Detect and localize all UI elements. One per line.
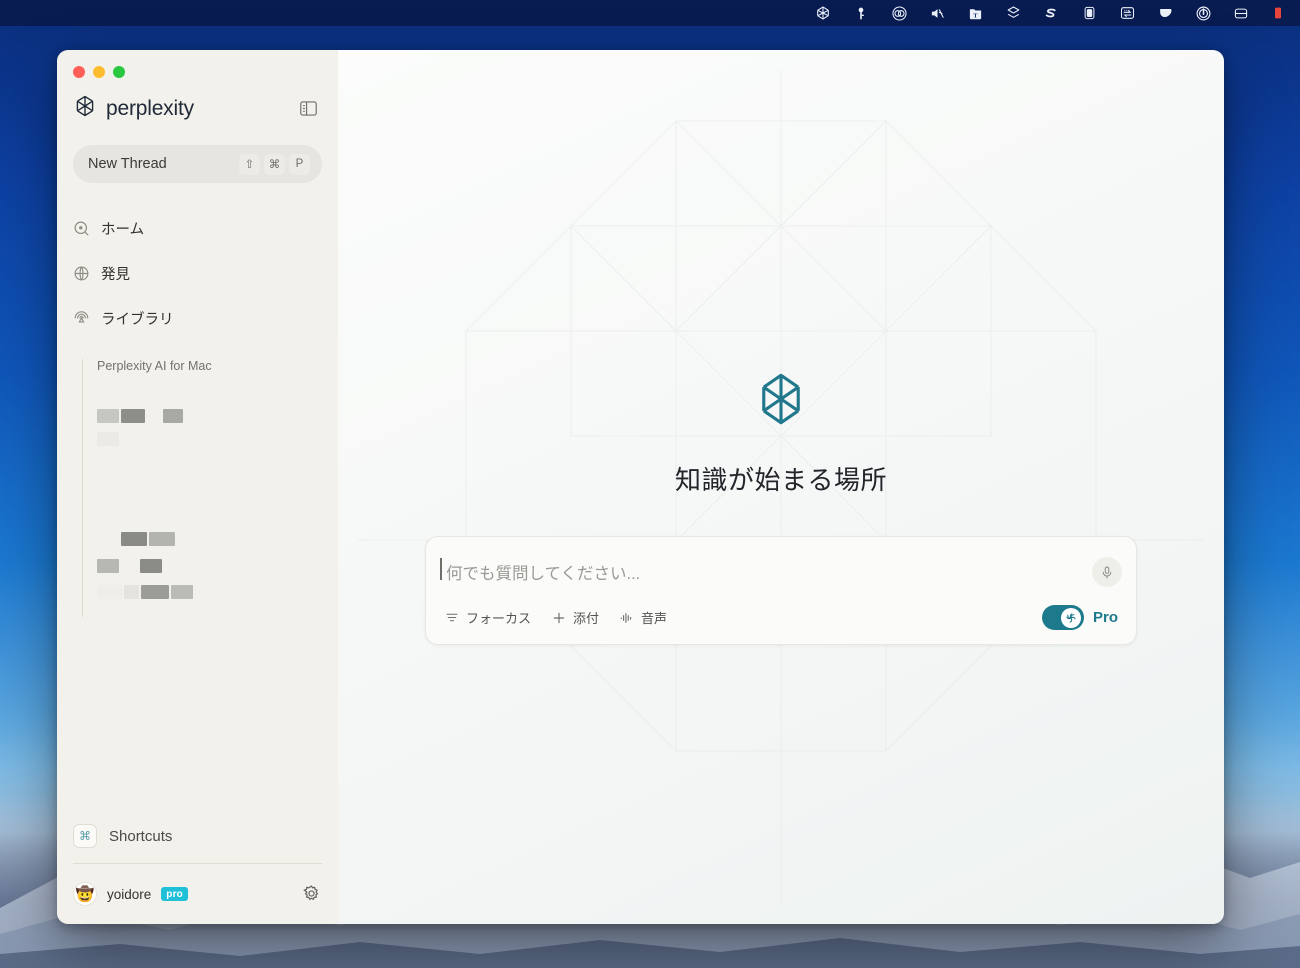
window-traffic-lights: [57, 50, 338, 78]
shortcut-key-command: ⌘: [264, 153, 285, 175]
perplexity-hero-logo-icon: [755, 371, 807, 432]
search-toolbar: フォーカス 添付 音声 Pro: [426, 599, 1136, 644]
layers-icon[interactable]: [994, 0, 1032, 26]
redacted-thread-row[interactable]: [121, 532, 175, 546]
plus-attach-icon: [551, 610, 566, 625]
split-panel-icon[interactable]: [1222, 0, 1260, 26]
sidebar-item-library[interactable]: ライブラリ: [57, 300, 338, 336]
redacted-thread-row[interactable]: [97, 559, 162, 573]
redacted-thread-row[interactable]: [97, 409, 183, 423]
avatar: 🤠: [73, 882, 97, 906]
focus-filter-icon: [444, 610, 459, 625]
redacted-thread-row[interactable]: [97, 585, 193, 599]
new-thread-button[interactable]: New Thread ⇧ ⌘ P: [73, 145, 322, 183]
redacted-block: [121, 409, 145, 423]
hero-block: 知識が始まる場所: [675, 371, 887, 497]
perplexity-menubar-icon[interactable]: [804, 0, 842, 26]
thread-list: Perplexity AI for Mac: [82, 359, 338, 617]
pro-badge: pro: [161, 887, 188, 901]
main-content: 知識が始まる場所 何でも質問してください... フォーカス 添付 音声 Pro: [338, 50, 1224, 924]
creative-cloud-icon[interactable]: [880, 0, 918, 26]
macos-menu-bar: T: [0, 0, 1300, 26]
sidebar-item-discover[interactable]: 発見: [57, 255, 338, 291]
home-target-icon: [73, 220, 90, 237]
command-key-icon: ⌘: [73, 822, 99, 848]
focus-label: フォーカス: [466, 611, 532, 626]
thread-group-title: Perplexity AI for Mac: [97, 359, 212, 373]
search-input-row[interactable]: 何でも質問してください...: [426, 537, 1136, 599]
wedge-icon[interactable]: [1146, 0, 1184, 26]
key-icon[interactable]: [842, 0, 880, 26]
shortcut-key-p: P: [289, 153, 310, 175]
pro-label: Pro: [1092, 609, 1118, 626]
microphone-icon[interactable]: [1092, 557, 1122, 587]
search-input[interactable]: 何でも質問してください...: [440, 558, 1082, 584]
redacted-block: [149, 532, 175, 546]
globe-icon: [73, 265, 90, 282]
brand-logo-group: perplexity: [73, 94, 194, 123]
new-thread-shortcut: ⇧ ⌘ P: [239, 153, 310, 175]
perplexity-logo-icon: [73, 94, 97, 123]
redacted-thread-items[interactable]: [97, 387, 338, 617]
brand-row: perplexity: [57, 78, 338, 123]
redacted-block: [97, 409, 119, 423]
transfer-arrows-icon[interactable]: [1108, 0, 1146, 26]
library-icon: [73, 310, 90, 327]
username-label: yoidore: [107, 886, 152, 902]
speaker-mute-icon[interactable]: [918, 0, 956, 26]
sidebar-item-discover-label: 発見: [101, 266, 130, 283]
redacted-thread-row[interactable]: [97, 432, 119, 446]
s-logo-icon[interactable]: [1032, 0, 1070, 26]
perplexity-app-window: perplexity New Thread ⇧ ⌘ P ホーム 発見 ライブラリ…: [57, 50, 1224, 924]
redacted-block: [121, 559, 138, 573]
redacted-block: [124, 585, 139, 599]
gear-icon[interactable]: [302, 884, 322, 904]
brand-name: perplexity: [106, 96, 194, 120]
text-folder-icon[interactable]: T: [956, 0, 994, 26]
user-profile-row[interactable]: 🤠 yoidore pro: [57, 864, 338, 924]
search-card: 何でも質問してください... フォーカス 添付 音声 Pro: [425, 536, 1137, 645]
sidebar-item-home-label: ホーム: [101, 221, 145, 238]
zoom-button[interactable]: [113, 66, 125, 78]
redacted-block: [171, 585, 193, 599]
power-icon[interactable]: [1184, 0, 1222, 26]
text-caret: [440, 558, 442, 580]
new-thread-label: New Thread: [88, 156, 167, 172]
sidebar: perplexity New Thread ⇧ ⌘ P ホーム 発見 ライブラリ…: [57, 50, 338, 924]
sidebar-item-library-label: ライブラリ: [101, 311, 174, 328]
shortcuts-label: Shortcuts: [109, 827, 173, 845]
shortcuts-button[interactable]: ⌘ Shortcuts: [57, 815, 338, 857]
redacted-block: [141, 585, 169, 599]
redacted-block: [147, 409, 161, 423]
redacted-block: [121, 532, 147, 546]
minimize-button[interactable]: [93, 66, 105, 78]
voice-button[interactable]: 音声: [619, 608, 667, 627]
voice-label: 音声: [641, 611, 668, 626]
page-title: 知識が始まる場所: [674, 465, 887, 495]
focus-button[interactable]: フォーカス: [444, 608, 531, 627]
attach-label: 添付: [573, 611, 600, 626]
redacted-block: [97, 559, 119, 573]
shortcut-key-shift: ⇧: [239, 153, 260, 175]
sidebar-nav: ホーム 発見 ライブラリ: [57, 201, 338, 345]
redacted-block: [163, 409, 183, 423]
pro-mode-control[interactable]: Pro: [1041, 605, 1122, 630]
red-status-icon[interactable]: [1260, 0, 1298, 26]
redacted-block: [97, 585, 122, 599]
pro-toggle-switch[interactable]: [1041, 605, 1084, 630]
close-button[interactable]: [73, 66, 85, 78]
pinwheel-icon: [1061, 607, 1082, 628]
attach-button[interactable]: 添付: [551, 608, 599, 627]
sidebar-toggle-icon[interactable]: [296, 97, 320, 121]
clipboard-icon[interactable]: [1070, 0, 1108, 26]
redacted-block: [97, 432, 119, 446]
voice-waveform-icon: [619, 610, 634, 625]
redacted-block: [140, 559, 162, 573]
sidebar-item-home[interactable]: ホーム: [57, 210, 338, 246]
